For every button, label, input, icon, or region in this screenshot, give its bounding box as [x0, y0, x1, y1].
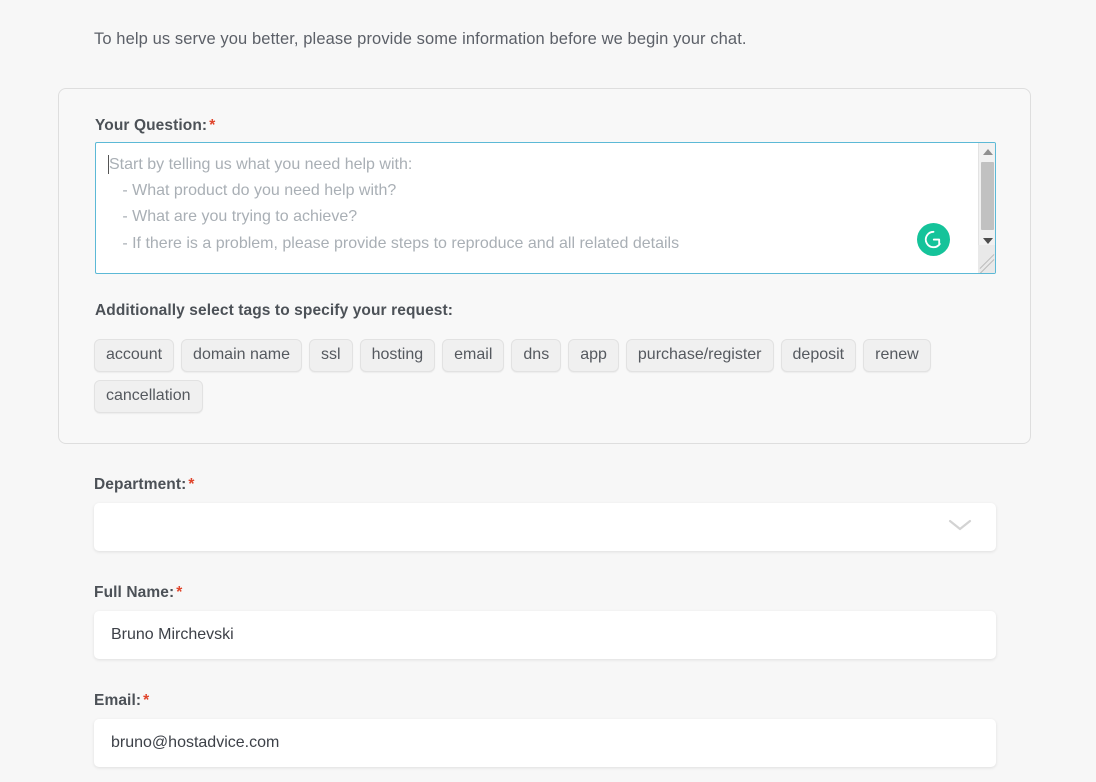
full-name-label-text: Full Name: — [94, 584, 175, 601]
question-textarea-placeholder: Start by telling us what you need help w… — [109, 156, 680, 252]
tags-label: Additionally select tags to specify your… — [95, 302, 454, 319]
textarea-scrollbar[interactable] — [978, 143, 995, 273]
email-label: Email: * — [94, 692, 996, 710]
chevron-down-icon — [947, 518, 973, 537]
department-select[interactable] — [94, 503, 996, 551]
email-value: bruno@hostadvice.com — [111, 734, 280, 751]
department-label-text: Department: — [94, 476, 187, 493]
question-textarea[interactable]: Start by telling us what you need help w… — [95, 142, 996, 274]
full-name-value: Bruno Mirchevski — [111, 626, 234, 643]
resize-grip-icon[interactable] — [978, 245, 995, 273]
question-label-text: Your Question: — [95, 117, 208, 134]
tag-hosting[interactable]: hosting — [359, 339, 436, 372]
tag-app[interactable]: app — [568, 339, 619, 372]
email-input[interactable]: bruno@hostadvice.com — [94, 719, 996, 767]
scrollbar-thumb[interactable] — [981, 162, 994, 230]
tag-deposit[interactable]: deposit — [780, 339, 857, 372]
text-caret — [108, 155, 109, 174]
tag-email[interactable]: email — [442, 339, 505, 372]
department-field: Department: * — [94, 476, 996, 551]
tag-cancellation[interactable]: cancellation — [94, 380, 203, 413]
tag-renew[interactable]: renew — [863, 339, 931, 372]
email-field: Email: * bruno@hostadvice.com — [94, 692, 996, 767]
email-label-text: Email: — [94, 692, 142, 709]
tag-list: account domain name ssl hosting email dn… — [94, 339, 994, 413]
tag-dns[interactable]: dns — [511, 339, 562, 372]
full-name-label: Full Name: * — [94, 584, 996, 602]
intro-text: To help us serve you better, please prov… — [94, 30, 747, 48]
grammarly-icon[interactable] — [917, 223, 950, 256]
tag-ssl[interactable]: ssl — [309, 339, 353, 372]
question-label: Your Question: * — [95, 117, 215, 135]
department-required-asterisk: * — [188, 476, 195, 493]
email-required-asterisk: * — [143, 692, 150, 709]
question-required-asterisk: * — [209, 117, 216, 134]
tag-account[interactable]: account — [94, 339, 175, 372]
scroll-up-icon[interactable] — [979, 143, 995, 160]
full-name-required-asterisk: * — [176, 584, 183, 601]
question-card: Your Question: * Start by telling us what… — [58, 88, 1031, 444]
full-name-field: Full Name: * Bruno Mirchevski — [94, 584, 996, 659]
chat-prechat-form: To help us serve you better, please prov… — [0, 0, 1096, 782]
full-name-input[interactable]: Bruno Mirchevski — [94, 611, 996, 659]
tag-purchase-register[interactable]: purchase/register — [625, 339, 774, 372]
department-label: Department: * — [94, 476, 996, 494]
tag-domain-name[interactable]: domain name — [181, 339, 302, 372]
